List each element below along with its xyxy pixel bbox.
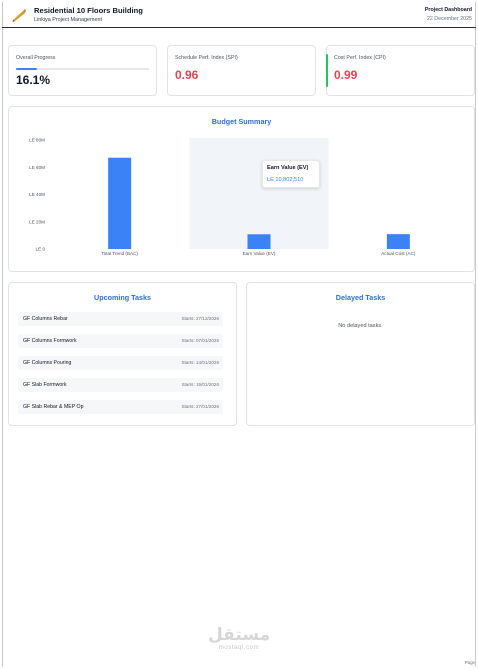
task-row: GF Columns Rebar Starts: 27/12/2026 (18, 312, 223, 326)
tooltip-value: LE 10,802,510 (267, 177, 304, 183)
task-start-date: Starts: 15/01/2026 (181, 382, 219, 387)
task-name: GF Columns Pouring (23, 360, 72, 366)
delayed-tasks-title: Delayed Tasks (335, 293, 386, 302)
x-tick-label: Earn Value (EV) (243, 251, 276, 256)
task-row: GF Columns Pouring Starts: 14/01/2026 (18, 356, 223, 370)
upcoming-tasks-title: Upcoming Tasks (94, 293, 151, 302)
task-start-date: Starts: 07/01/2026 (181, 338, 219, 343)
task-name: GF Slab Formwork (23, 382, 67, 388)
page-footer: Page (464, 660, 475, 665)
task-start-date: Starts: 14/01/2026 (181, 360, 219, 365)
delayed-tasks-card: Delayed Tasks No delayed tasks. (246, 282, 475, 426)
task-row: GF Slab Formwork Starts: 15/01/2026 (18, 378, 223, 392)
no-delayed-tasks-message: No delayed tasks. (338, 323, 383, 329)
x-tick-label: Total Trend (BAC) (101, 251, 138, 256)
y-tick-label: LE 80M (29, 138, 45, 143)
tooltip-title: Earn Value (EV) (267, 165, 309, 171)
task-row: GF Slab Rebar & MEP Op Starts: 27/01/2026 (18, 400, 223, 414)
y-tick-label: LE 20M (29, 219, 45, 224)
x-tick-label: Actual Cost (AC) (381, 251, 416, 256)
budget-bar (247, 234, 271, 249)
task-start-date: Starts: 27/01/2026 (181, 404, 219, 409)
y-tick-label: LE 60M (29, 165, 45, 170)
y-tick-label: LE 40M (29, 192, 45, 197)
chart-highlight-band (189, 138, 329, 249)
mostaql-watermark: مستقل mostaql.com (208, 626, 270, 658)
task-name: GF Columns Rebar (23, 316, 68, 322)
watermark-latin: mostaql.com (218, 644, 260, 651)
budget-bar (386, 234, 410, 249)
task-name: GF Columns Formwork (23, 338, 77, 344)
budget-bar (108, 157, 132, 249)
chart-tooltip: Earn Value (EV) LE 10,802,510 (262, 160, 320, 188)
task-start-date: Starts: 27/12/2026 (181, 316, 219, 321)
y-tick-label: LE 0 (36, 247, 46, 252)
task-row: GF Columns Formwork Starts: 07/01/2026 (18, 334, 223, 348)
watermark-arabic: مستقل (208, 625, 271, 645)
task-name: GF Slab Rebar & MEP Op (23, 404, 84, 410)
